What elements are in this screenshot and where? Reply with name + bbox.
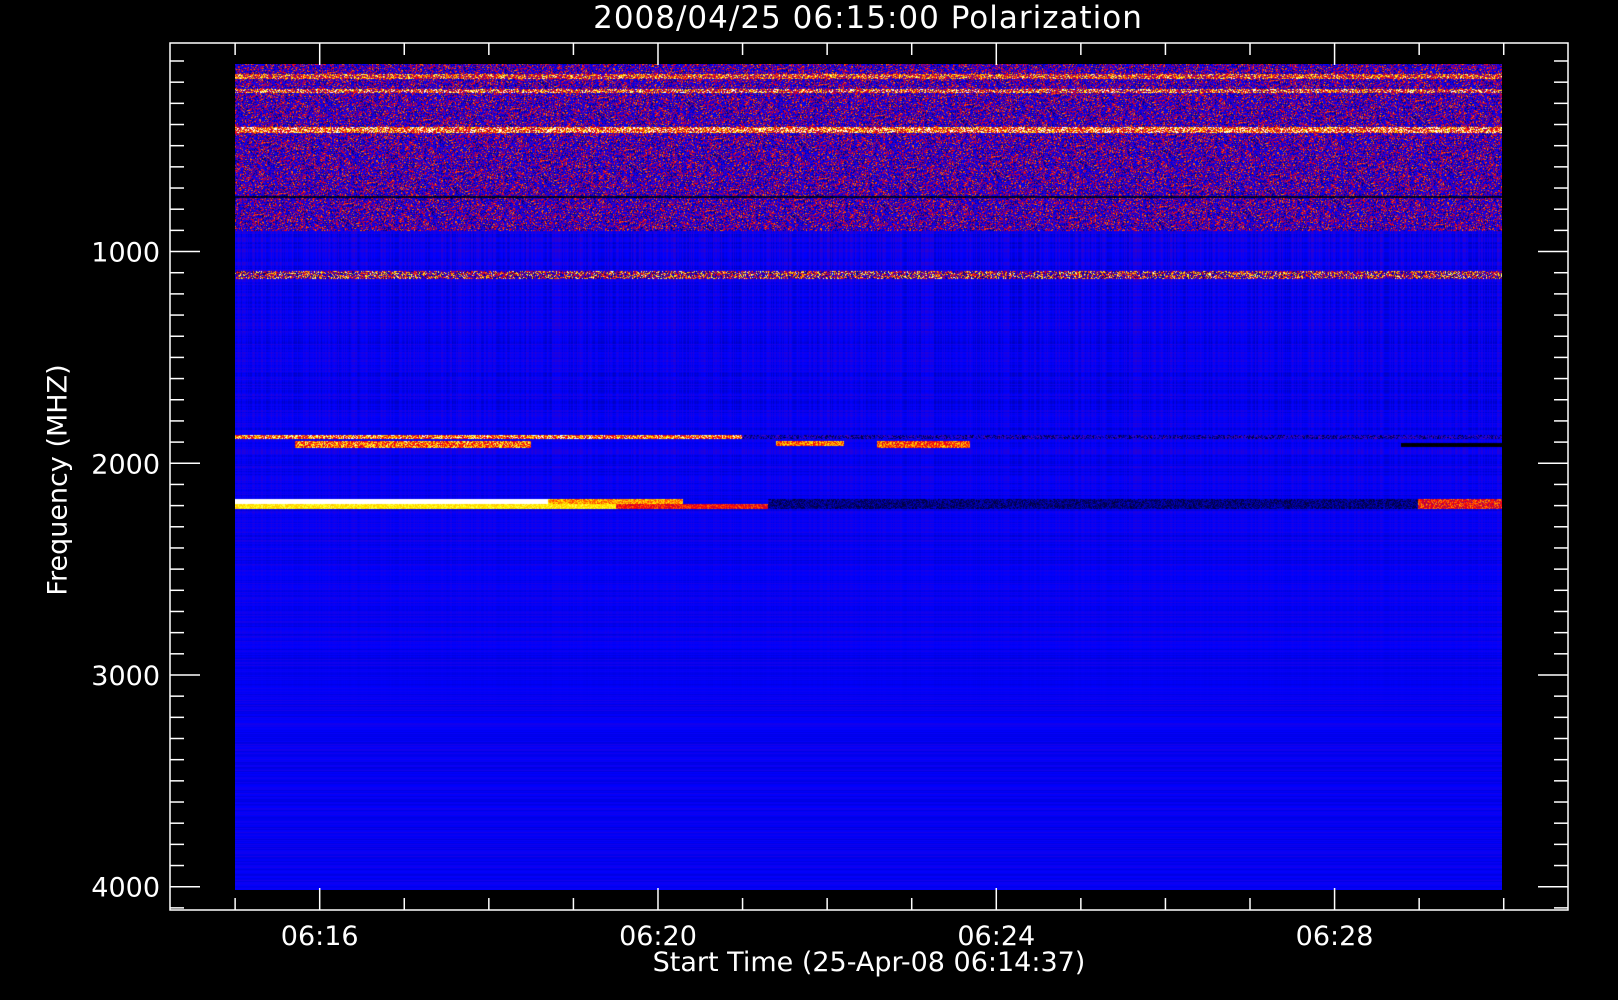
y-tick-label: 1000 (91, 238, 160, 269)
y-tick-label: 2000 (91, 449, 160, 480)
x-axis-label: Start Time (25-Apr-08 06:14:37) (652, 947, 1086, 978)
plot-frame (169, 42, 1569, 911)
y-tick-label: 4000 (91, 873, 160, 904)
y-axis-label: Frequency (MHZ) (42, 364, 74, 596)
plot-axes: 06:16 06:20 06:24 06:281000200030004000 (91, 42, 1569, 952)
y-tick-label: 3000 (91, 661, 160, 692)
